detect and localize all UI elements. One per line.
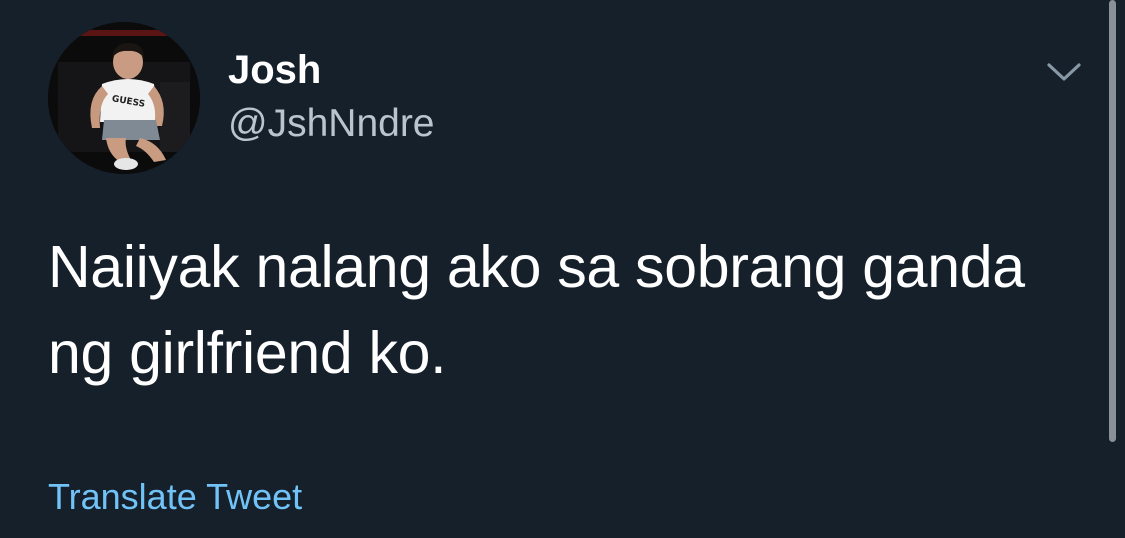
tweet-text: Naiiyak nalang ako sa sobrang ganda ng g… <box>48 224 1058 396</box>
user-handle[interactable]: @JshNndre <box>228 100 435 148</box>
tweet-card: GUESS Josh @JshNndre Naiiyak nalang ako … <box>0 0 1125 538</box>
chevron-down-icon <box>1047 63 1081 81</box>
scrollbar[interactable] <box>1109 0 1116 442</box>
avatar-photo: GUESS <box>48 22 200 174</box>
display-name[interactable]: Josh <box>228 46 321 94</box>
more-options-button[interactable] <box>1040 52 1088 92</box>
translate-tweet-link[interactable]: Translate Tweet <box>48 475 302 519</box>
tweet-text-line: ng girlfriend ko. <box>48 320 447 386</box>
avatar[interactable]: GUESS <box>48 22 200 174</box>
tweet-text-line: Naiiyak nalang ako sa sobrang ganda <box>48 234 1025 300</box>
